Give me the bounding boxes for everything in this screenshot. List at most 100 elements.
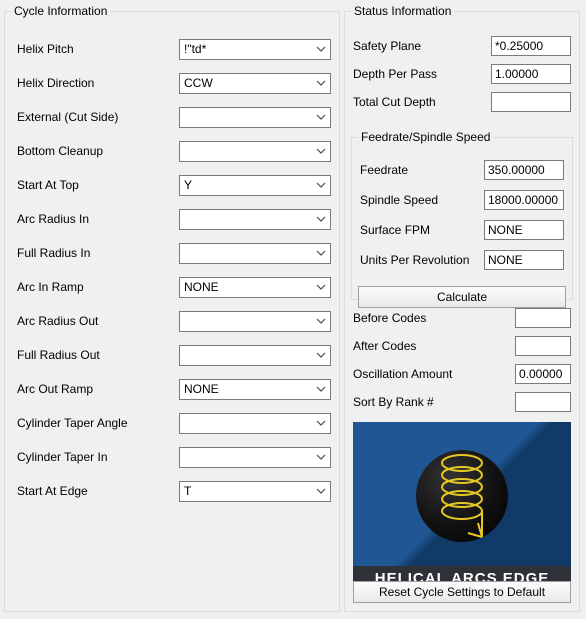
row-arc-out-ramp: Arc Out Ramp NONE [17, 378, 331, 400]
label-helix-direction: Helix Direction [17, 76, 179, 90]
input-surface-fpm[interactable] [484, 220, 564, 240]
label-start-at-edge: Start At Edge [17, 484, 179, 498]
chevron-down-icon [316, 146, 326, 156]
row-cyl-taper-angle: Cylinder Taper Angle [17, 412, 331, 434]
combo-full-radius-in[interactable] [179, 243, 331, 264]
chevron-down-icon [316, 282, 326, 292]
combo-arc-out-ramp-value: NONE [184, 382, 219, 396]
combo-start-at-edge[interactable]: T [179, 481, 331, 502]
row-full-radius-out: Full Radius Out [17, 344, 331, 366]
row-bottom-cleanup: Bottom Cleanup [17, 140, 331, 162]
cycle-illustration: HELICAL ARCS EDGE [353, 422, 571, 590]
input-sort-by-rank[interactable] [515, 392, 571, 412]
input-total-cut-depth[interactable] [491, 92, 571, 112]
label-feedrate: Feedrate [360, 163, 484, 177]
input-spindle-speed[interactable] [484, 190, 564, 210]
chevron-down-icon [316, 78, 326, 88]
chevron-down-icon [316, 452, 326, 462]
input-feedrate[interactable] [484, 160, 564, 180]
cycle-information-title: Cycle Information [11, 4, 110, 18]
combo-bottom-cleanup[interactable] [179, 141, 331, 162]
combo-start-at-top[interactable]: Y [179, 175, 331, 196]
feedrate-spindle-group: Feedrate/Spindle Speed Feedrate Spindle … [351, 130, 573, 300]
input-after-codes[interactable] [515, 336, 571, 356]
label-full-radius-out: Full Radius Out [17, 348, 179, 362]
chevron-down-icon [316, 180, 326, 190]
combo-start-at-top-value: Y [184, 178, 192, 192]
chevron-down-icon [316, 316, 326, 326]
combo-arc-radius-out[interactable] [179, 311, 331, 332]
label-helix-pitch: Helix Pitch [17, 42, 179, 56]
row-full-radius-in: Full Radius In [17, 242, 331, 264]
combo-arc-in-ramp[interactable]: NONE [179, 277, 331, 298]
label-bottom-cleanup: Bottom Cleanup [17, 144, 179, 158]
input-depth-per-pass[interactable] [491, 64, 571, 84]
chevron-down-icon [316, 44, 326, 54]
label-safety-plane: Safety Plane [353, 39, 491, 53]
chevron-down-icon [316, 214, 326, 224]
feedrate-spindle-title: Feedrate/Spindle Speed [358, 130, 493, 144]
chevron-down-icon [316, 350, 326, 360]
row-helix-pitch: Helix Pitch !"td* [17, 38, 331, 60]
combo-external-cut-side[interactable] [179, 107, 331, 128]
row-arc-radius-in: Arc Radius In [17, 208, 331, 230]
chevron-down-icon [316, 112, 326, 122]
row-surface-fpm: Surface FPM [360, 220, 564, 240]
calculate-button-label: Calculate [437, 290, 487, 304]
reset-defaults-button-label: Reset Cycle Settings to Default [379, 585, 545, 599]
helix-icon [422, 441, 502, 551]
combo-start-at-edge-value: T [184, 484, 191, 498]
row-spindle-speed: Spindle Speed [360, 190, 564, 210]
row-units-per-rev: Units Per Revolution [360, 250, 564, 270]
row-sort-by-rank: Sort By Rank # [353, 392, 571, 412]
label-arc-out-ramp: Arc Out Ramp [17, 382, 179, 396]
row-total-cut-depth: Total Cut Depth [353, 92, 571, 112]
label-before-codes: Before Codes [353, 311, 515, 325]
label-cyl-taper-angle: Cylinder Taper Angle [17, 416, 179, 430]
input-units-per-rev[interactable] [484, 250, 564, 270]
input-before-codes[interactable] [515, 308, 571, 328]
label-cyl-taper-in: Cylinder Taper In [17, 450, 179, 464]
label-arc-in-ramp: Arc In Ramp [17, 280, 179, 294]
row-before-codes: Before Codes [353, 308, 571, 328]
label-external-cut-side: External (Cut Side) [17, 110, 179, 124]
chevron-down-icon [316, 384, 326, 394]
row-helix-direction: Helix Direction CCW [17, 72, 331, 94]
status-information-group: Status Information Safety Plane Depth Pe… [344, 4, 580, 612]
combo-helix-direction[interactable]: CCW [179, 73, 331, 94]
combo-full-radius-out[interactable] [179, 345, 331, 366]
row-start-at-edge: Start At Edge T [17, 480, 331, 502]
label-arc-radius-out: Arc Radius Out [17, 314, 179, 328]
label-arc-radius-in: Arc Radius In [17, 212, 179, 226]
label-depth-per-pass: Depth Per Pass [353, 67, 491, 81]
label-units-per-rev: Units Per Revolution [360, 253, 484, 267]
label-total-cut-depth: Total Cut Depth [353, 95, 491, 109]
row-depth-per-pass: Depth Per Pass [353, 64, 571, 84]
input-oscillation-amount[interactable] [515, 364, 571, 384]
input-safety-plane[interactable] [491, 36, 571, 56]
label-start-at-top: Start At Top [17, 178, 179, 192]
reset-defaults-button[interactable]: Reset Cycle Settings to Default [353, 581, 571, 603]
combo-cyl-taper-in[interactable] [179, 447, 331, 468]
label-oscillation-amount: Oscillation Amount [353, 367, 515, 381]
row-arc-in-ramp: Arc In Ramp NONE [17, 276, 331, 298]
row-cyl-taper-in: Cylinder Taper In [17, 446, 331, 468]
row-after-codes: After Codes [353, 336, 571, 356]
chevron-down-icon [316, 248, 326, 258]
combo-helix-pitch[interactable]: !"td* [179, 39, 331, 60]
calculate-button[interactable]: Calculate [358, 286, 566, 308]
label-sort-by-rank: Sort By Rank # [353, 395, 515, 409]
combo-arc-out-ramp[interactable]: NONE [179, 379, 331, 400]
row-start-at-top: Start At Top Y [17, 174, 331, 196]
row-oscillation-amount: Oscillation Amount [353, 364, 571, 384]
row-safety-plane: Safety Plane [353, 36, 571, 56]
chevron-down-icon [316, 418, 326, 428]
combo-arc-in-ramp-value: NONE [184, 280, 219, 294]
chevron-down-icon [316, 486, 326, 496]
row-arc-radius-out: Arc Radius Out [17, 310, 331, 332]
combo-helix-direction-value: CCW [184, 76, 213, 90]
combo-cyl-taper-angle[interactable] [179, 413, 331, 434]
combo-helix-pitch-value: !"td* [184, 42, 206, 56]
combo-arc-radius-in[interactable] [179, 209, 331, 230]
label-surface-fpm: Surface FPM [360, 223, 484, 237]
